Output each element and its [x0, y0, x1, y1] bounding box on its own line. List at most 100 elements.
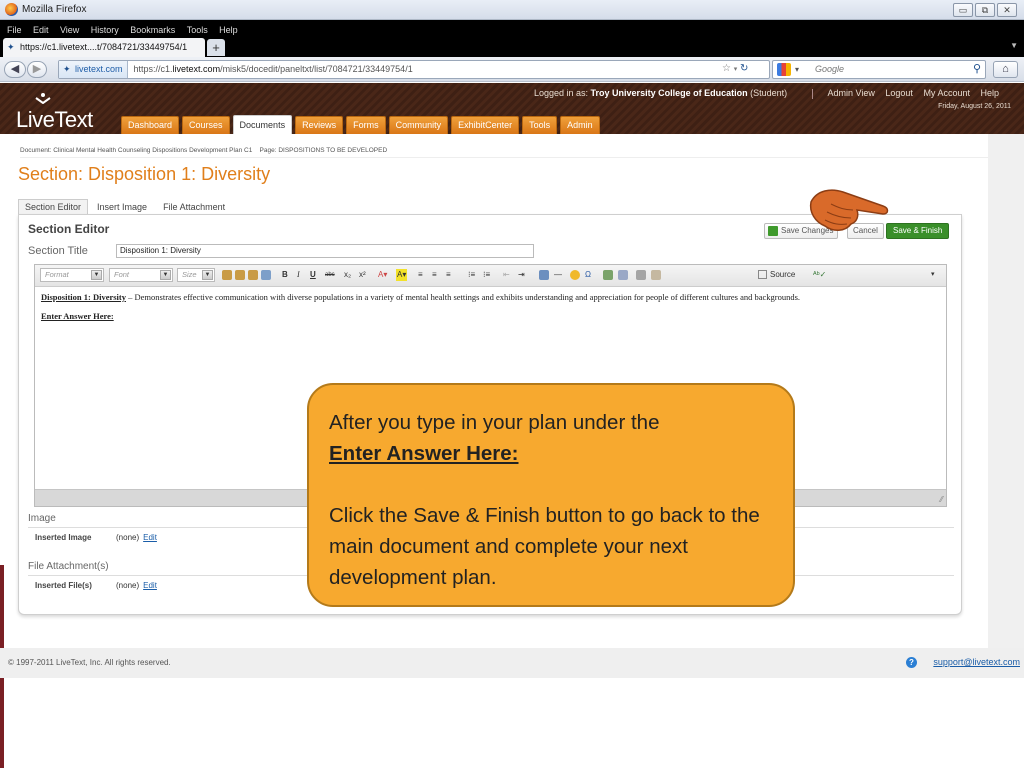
tab-forms[interactable]: Forms: [346, 116, 386, 134]
close-icon[interactable]: ✕: [997, 3, 1017, 17]
edit-files-link[interactable]: Edit: [143, 581, 157, 590]
image-icon[interactable]: [603, 270, 613, 280]
search-icon[interactable]: ⚲: [973, 61, 981, 78]
tab-file-attachment[interactable]: File Attachment: [156, 199, 232, 215]
source-button[interactable]: Source: [758, 268, 795, 282]
format-select[interactable]: Format ▼: [40, 268, 104, 282]
size-select[interactable]: Size ▼: [177, 268, 215, 282]
italic-icon[interactable]: I: [297, 269, 300, 281]
font-select[interactable]: Font ▼: [109, 268, 173, 282]
save-disk-icon: [768, 226, 778, 236]
window-title: Mozilla Firefox: [22, 4, 87, 15]
toolbar-collapse-icon[interactable]: ▾: [931, 269, 935, 281]
source-label: Source: [770, 270, 796, 279]
livetext-logo-icon: [35, 93, 51, 104]
search-engine-dropdown-icon[interactable]: ▾: [795, 61, 799, 78]
bulleted-list-icon[interactable]: ⁝≡: [483, 269, 490, 281]
format-select-label: Format: [45, 270, 69, 279]
tab-dashboard[interactable]: Dashboard: [121, 116, 180, 134]
url-path: /misk5/docedit/paneltxt/list/7084721/334…: [220, 64, 413, 74]
bookmark-star-icon[interactable]: ☆: [722, 63, 731, 74]
edit-image-link[interactable]: Edit: [143, 533, 157, 542]
inserted-files-none: (none): [116, 581, 140, 590]
background-color-icon[interactable]: A▾: [396, 269, 408, 281]
section-title-input[interactable]: Disposition 1: Diversity: [116, 244, 534, 258]
save-finish-button[interactable]: Save & Finish: [886, 223, 950, 239]
tab-list-arrow-icon[interactable]: ▼: [1010, 41, 1018, 50]
align-center-icon[interactable]: ≡: [432, 269, 437, 281]
tab-insert-image[interactable]: Insert Image: [90, 199, 154, 215]
tab-documents[interactable]: Documents: [232, 115, 293, 135]
section-title-label: Section Title: [28, 245, 88, 257]
my-account-link[interactable]: My Account: [923, 88, 970, 98]
main-nav-tabs: Dashboard Courses Documents Reviews Forms Com…: [121, 114, 603, 135]
browser-tab[interactable]: ✦ https://c1.livetext....t/7084721/33449…: [3, 38, 205, 57]
right-gutter: [988, 134, 1024, 648]
minimize-icon[interactable]: ▭: [953, 3, 973, 17]
editor-body[interactable]: Disposition 1: Diversity – Demonstrates …: [41, 292, 941, 322]
dropdown-arrow-icon[interactable]: ▾: [734, 66, 738, 73]
search-input[interactable]: ▾ Google ⚲: [772, 60, 986, 79]
chevron-down-icon: ▼: [91, 270, 102, 280]
tab-admin[interactable]: Admin: [560, 116, 600, 134]
tab-community[interactable]: Community: [388, 116, 449, 134]
horizontal-rule-icon[interactable]: —: [554, 269, 562, 281]
tab-courses[interactable]: Courses: [182, 116, 230, 134]
tab-tools[interactable]: Tools: [522, 116, 558, 134]
font-select-label: Font: [114, 270, 130, 279]
logout-link[interactable]: Logout: [885, 88, 913, 98]
browser-tab-title: https://c1.livetext....t/7084721/3344975…: [20, 42, 188, 52]
institution-name: Troy University College of Education: [590, 88, 748, 98]
reload-icon[interactable]: ↻: [740, 63, 748, 74]
url-prefix: https://c1.: [133, 64, 173, 74]
site-identity-badge[interactable]: ✦ livetext.com: [59, 61, 128, 78]
link-icon[interactable]: [618, 270, 628, 280]
paste-text-icon[interactable]: [235, 270, 245, 280]
bold-icon[interactable]: B: [282, 269, 288, 281]
numbered-list-icon[interactable]: ⁝≡: [468, 269, 475, 281]
admin-view-link[interactable]: Admin View: [828, 88, 875, 98]
help-icon: ?: [906, 657, 917, 668]
inserted-image-none: (none): [116, 533, 140, 542]
page-title: Section: Disposition 1: Diversity: [18, 164, 271, 184]
help-link[interactable]: Help: [980, 88, 999, 98]
livetext-favicon-icon: ✦: [7, 42, 15, 52]
unlink-icon[interactable]: [636, 270, 646, 280]
insert-table-icon[interactable]: [539, 270, 549, 280]
text-color-icon[interactable]: A▾: [378, 269, 387, 281]
resize-handle-icon[interactable]: ⁄⁄: [940, 495, 943, 504]
home-button[interactable]: ⌂: [993, 61, 1018, 78]
support-email-link[interactable]: support@livetext.com: [933, 657, 1020, 667]
align-left-icon[interactable]: ≡: [418, 269, 423, 281]
logged-in-prefix: Logged in as:: [534, 88, 591, 98]
chevron-down-icon: ▼: [202, 270, 213, 280]
new-tab-button[interactable]: +: [207, 39, 225, 56]
callout-spacer: [329, 469, 793, 500]
tab-exhibitcenter[interactable]: ExhibitCenter: [451, 116, 520, 134]
paste-word-icon[interactable]: [248, 270, 258, 280]
back-button[interactable]: ◀: [4, 61, 26, 78]
tab-reviews[interactable]: Reviews: [295, 116, 344, 134]
smiley-icon[interactable]: [570, 270, 580, 280]
align-right-icon[interactable]: ≡: [446, 269, 451, 281]
forward-button[interactable]: ▶: [27, 61, 47, 78]
size-select-label: Size: [182, 270, 197, 279]
spellcheck-icon[interactable]: ᴬᵇ✓: [813, 269, 826, 281]
superscript-icon[interactable]: x²: [359, 269, 366, 281]
menu-bar: File Edit View History Bookmarks Tools H…: [0, 20, 1024, 35]
paste-icon[interactable]: [222, 270, 232, 280]
indent-icon[interactable]: ⇥: [518, 269, 525, 281]
outdent-icon[interactable]: ⇤: [503, 269, 510, 281]
special-character-icon[interactable]: Ω: [585, 269, 591, 281]
address-bar[interactable]: ✦ livetext.com https://c1.livetext.com/mis…: [58, 60, 770, 79]
table-icon[interactable]: [261, 270, 271, 280]
restore-icon[interactable]: ⧉: [975, 3, 995, 17]
underline-icon[interactable]: U: [310, 269, 316, 281]
anchor-icon[interactable]: [651, 270, 661, 280]
callout-answer-label: Enter Answer Here:: [329, 442, 519, 465]
livetext-logo[interactable]: LiveText: [16, 93, 93, 133]
subscript-icon[interactable]: x₂: [344, 269, 351, 281]
strikethrough-icon[interactable]: abc: [325, 269, 335, 281]
breadcrumb: Document: Clinical Mental Health Counsel…: [20, 147, 388, 154]
tab-section-editor[interactable]: Section Editor: [18, 199, 89, 215]
